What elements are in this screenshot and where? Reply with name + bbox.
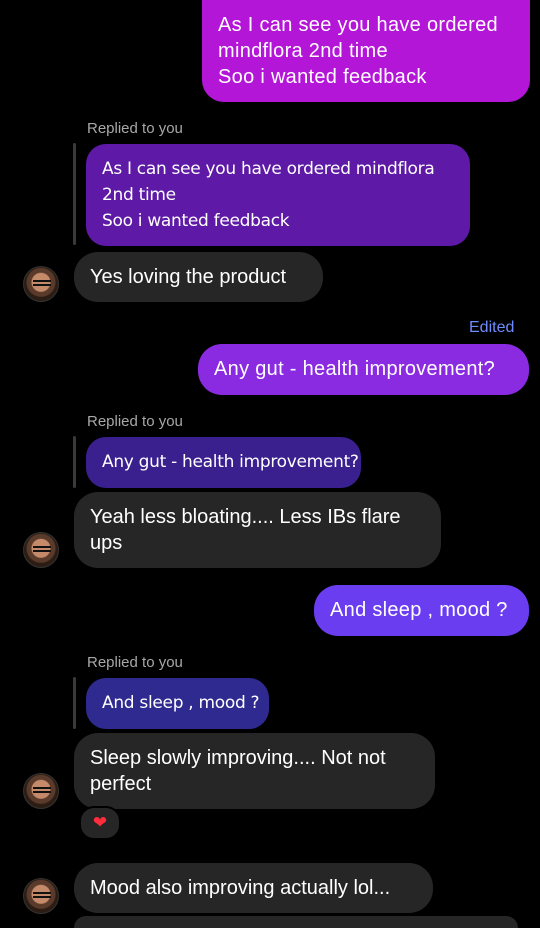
message-text-line: Sleep slowly improving.... Not not xyxy=(90,747,386,769)
message-text-line: mindflora 2nd time xyxy=(218,40,388,62)
replied-to-you-label: Replied to you xyxy=(87,413,183,430)
outgoing-message-2[interactable]: Any gut - health improvement? xyxy=(198,344,529,395)
outgoing-message-1[interactable]: As I can see you have ordered mindflora … xyxy=(202,0,530,102)
quoted-text-line: As I can see you have ordered mindflora xyxy=(102,159,435,179)
incoming-message-2[interactable]: Yeah less bloating.... Less IBs flare up… xyxy=(74,492,441,568)
incoming-message-4[interactable]: Mood also improving actually lol... xyxy=(74,863,433,913)
avatar[interactable] xyxy=(23,532,59,568)
reply-quote-bar xyxy=(73,436,76,488)
message-text-line: perfect xyxy=(90,773,152,795)
incoming-message-3[interactable]: Sleep slowly improving.... Not not perfe… xyxy=(74,733,435,809)
replied-to-you-label: Replied to you xyxy=(87,120,183,137)
avatar[interactable] xyxy=(23,266,59,302)
quoted-text: Any gut - health improvement? xyxy=(102,452,359,472)
quoted-text: And sleep , mood ? xyxy=(102,693,260,713)
next-message-bubble-edge xyxy=(74,916,518,928)
incoming-message-1[interactable]: Yes loving the product xyxy=(74,252,323,302)
avatar[interactable] xyxy=(23,878,59,914)
quoted-reply-bubble[interactable]: Any gut - health improvement? xyxy=(86,437,361,488)
quoted-text-line: Soo i wanted feedback xyxy=(102,211,290,231)
message-text-line: As I can see you have ordered xyxy=(218,14,498,36)
message-text: Any gut - health improvement? xyxy=(214,358,496,380)
quoted-text-line: 2nd time xyxy=(102,185,176,205)
message-text: And sleep , mood ? xyxy=(330,599,508,621)
quoted-reply-bubble[interactable]: As I can see you have ordered mindflora … xyxy=(86,144,470,246)
message-text: Yes loving the product xyxy=(90,266,287,288)
reaction-badge[interactable]: ❤ xyxy=(79,806,121,840)
heart-icon: ❤ xyxy=(92,813,108,832)
edited-label: Edited xyxy=(469,319,515,336)
outgoing-message-3[interactable]: And sleep , mood ? xyxy=(314,585,529,636)
reply-quote-bar xyxy=(73,677,76,729)
message-text-line: ups xyxy=(90,532,123,554)
avatar[interactable] xyxy=(23,773,59,809)
reply-quote-bar xyxy=(73,143,76,245)
message-text-line: Yeah less bloating.... Less IBs flare xyxy=(90,506,401,528)
message-text: Mood also improving actually lol... xyxy=(90,877,391,899)
replied-to-you-label: Replied to you xyxy=(87,654,183,671)
quoted-reply-bubble[interactable]: And sleep , mood ? xyxy=(86,678,269,729)
message-text-line: Soo i wanted feedback xyxy=(218,66,427,88)
